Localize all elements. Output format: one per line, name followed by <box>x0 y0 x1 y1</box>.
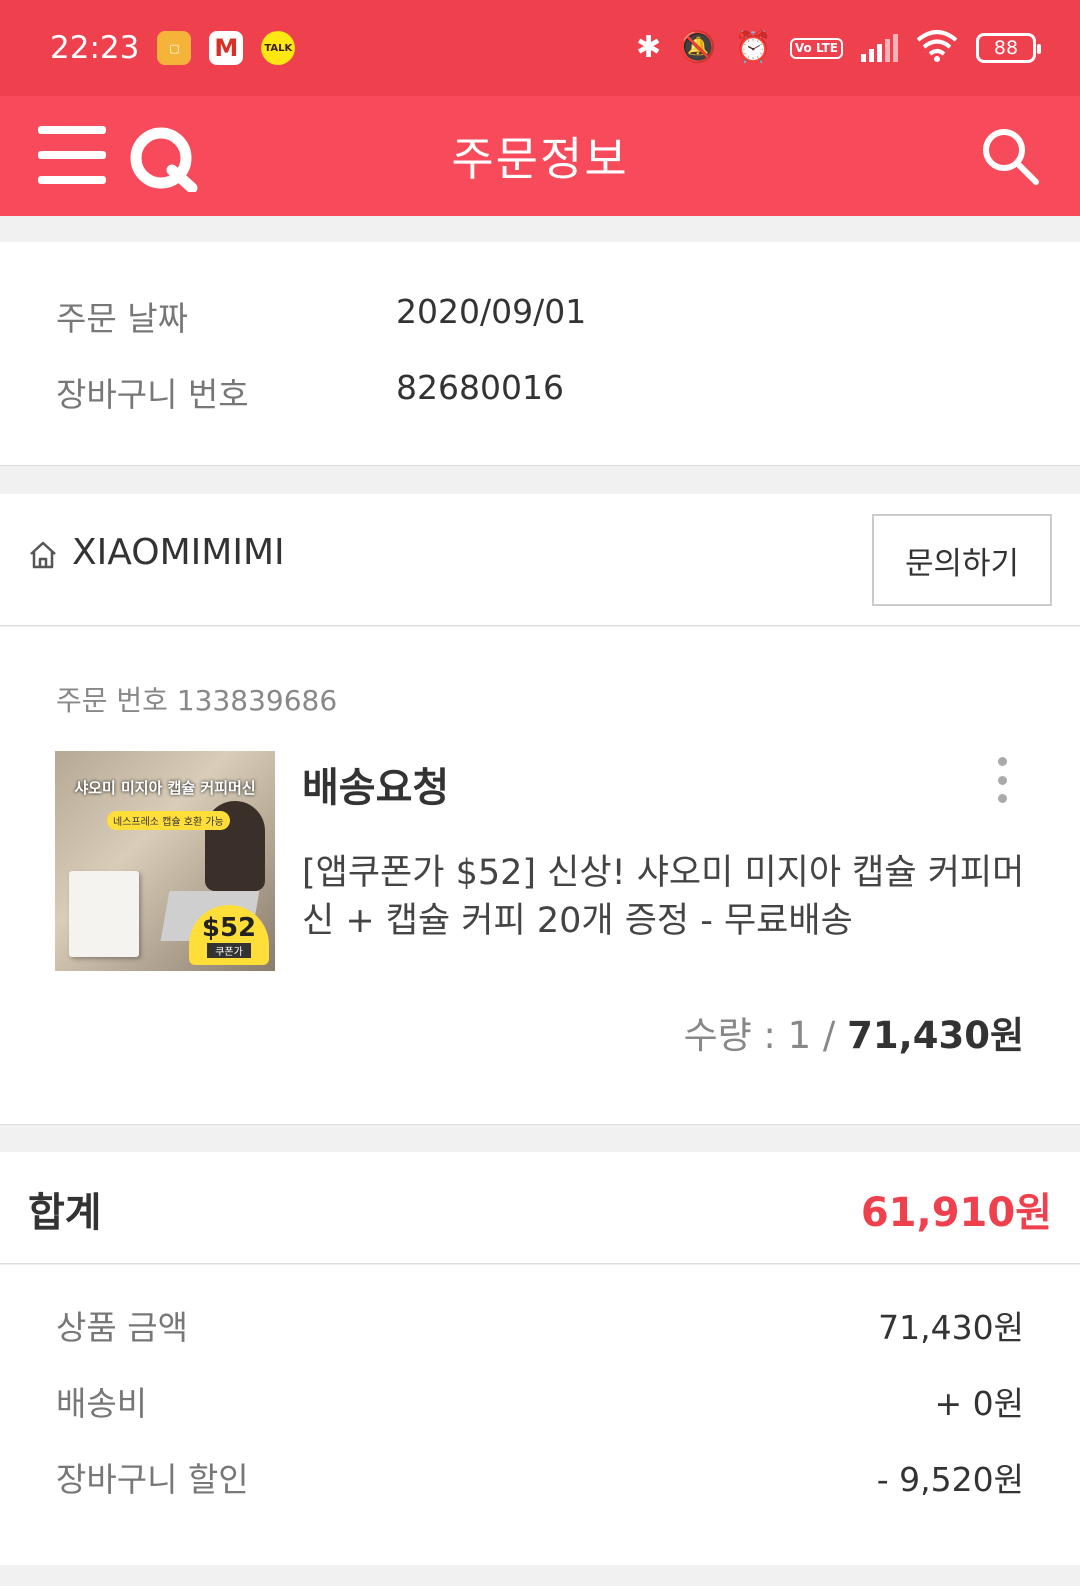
order-number: 주문 번호 133839686 <box>56 684 338 717</box>
system-icons: ✱ 🔕 ⏰ Vo LTE 88 <box>636 28 1041 68</box>
order-date-row: 주문 날짜 2020/09/01 <box>56 292 586 340</box>
status-time: 22:23 <box>50 30 140 66</box>
total-section: 합계 61,910원 <box>0 1152 1080 1264</box>
shop-section: XIAOMIMIMI 문의하기 <box>0 494 1080 626</box>
status-bar: 22:23 ▢ M TALK ✱ 🔕 ⏰ Vo LTE 88 <box>0 0 1080 96</box>
battery-level: 88 <box>993 37 1019 59</box>
order-date-label: 주문 날짜 <box>56 299 188 338</box>
wifi-icon <box>916 28 958 68</box>
price-breakdown: 상품 금액 71,430원 배송비 + 0원 장바구니 할인 - 9,520원 <box>0 1265 1080 1565</box>
product-image-title: 샤오미 미지아 캡슐 커피머신 <box>74 779 256 797</box>
more-options-icon[interactable] <box>996 757 1008 803</box>
inquiry-button[interactable]: 문의하기 <box>872 514 1052 606</box>
app-bar: 주문정보 <box>0 96 1080 216</box>
quantity-text: 수량 : 1 / <box>683 1014 848 1057</box>
cart-number-row: 장바구니 번호 82680016 <box>56 368 564 416</box>
product-amount-label: 상품 금액 <box>56 1308 188 1347</box>
qoo10-logo-icon[interactable] <box>128 126 198 192</box>
gmail-icon: M <box>209 31 244 65</box>
product-name[interactable]: [앱쿠폰가 $52] 신상! 샤오미 미지아 캡슐 커피머신 + 캡슐 커피 2… <box>302 849 1032 945</box>
delivery-status: 배송요청 <box>302 765 450 811</box>
order-item-section: 주문 번호 133839686 샤오미 미지아 캡슐 커피머신 네스프레소 캡슐… <box>0 627 1080 1125</box>
breakdown-row-shipping: 배송비 + 0원 <box>56 1377 1024 1425</box>
menu-icon[interactable] <box>38 126 106 184</box>
bluetooth-icon: ✱ <box>636 30 662 65</box>
total-label: 합계 <box>28 1190 102 1236</box>
shop-name[interactable]: XIAOMIMIMI <box>72 532 285 573</box>
quantity-price: 수량 : 1 / 71,430원 <box>684 1005 1024 1059</box>
product-amount-value: 71,430원 <box>878 1308 1024 1347</box>
product-image-price-badge: $52 쿠폰가 <box>189 905 269 965</box>
notification-icons: ▢ M TALK <box>157 31 296 65</box>
shipping-fee-label: 배송비 <box>56 1384 148 1423</box>
mute-bell-icon: 🔕 <box>679 30 717 65</box>
search-icon[interactable] <box>980 126 1040 186</box>
breakdown-row-product: 상품 금액 71,430원 <box>56 1301 1024 1349</box>
order-date-value: 2020/09/01 <box>396 292 587 331</box>
cart-discount-label: 장바구니 할인 <box>56 1460 249 1499</box>
page-title: 주문정보 <box>451 132 629 186</box>
home-icon <box>30 541 56 569</box>
breakdown-row-discount: 장바구니 할인 - 9,520원 <box>56 1453 1024 1501</box>
cart-discount-value: - 9,520원 <box>876 1460 1024 1499</box>
cart-number-label: 장바구니 번호 <box>56 375 249 414</box>
alarm-icon: ⏰ <box>734 30 772 65</box>
message-notification-icon: ▢ <box>157 31 192 65</box>
product-image[interactable]: 샤오미 미지아 캡슐 커피머신 네스프레소 캡슐 호환 가능 $52 쿠폰가 <box>55 751 275 971</box>
total-value: 61,910원 <box>860 1190 1052 1236</box>
order-info-section: 주문 날짜 2020/09/01 장바구니 번호 82680016 <box>0 242 1080 466</box>
kakaotalk-icon: TALK <box>261 31 296 65</box>
volte-icon: Vo LTE <box>789 37 843 59</box>
battery-icon: 88 <box>976 33 1041 63</box>
item-price: 71,430원 <box>847 1014 1024 1057</box>
shipping-fee-value: + 0원 <box>934 1384 1025 1423</box>
signal-icon <box>861 34 898 62</box>
cart-number-value: 82680016 <box>396 368 564 407</box>
product-image-subtitle: 네스프레소 캡슐 호환 가능 <box>107 811 230 830</box>
